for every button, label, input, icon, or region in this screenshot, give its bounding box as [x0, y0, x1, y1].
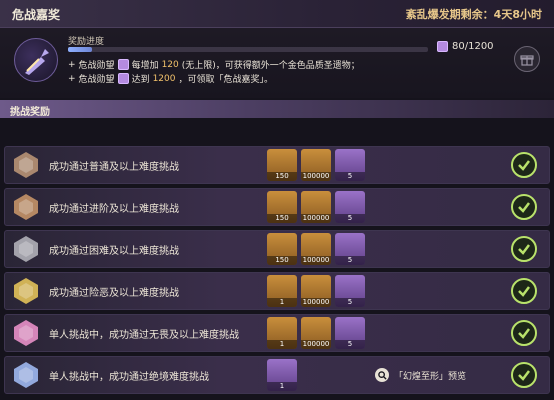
reward-item[interactable]: 150: [267, 233, 297, 265]
claimed-check-icon[interactable]: [511, 194, 537, 220]
tier-badge-icon: [11, 360, 41, 390]
reward-row: 成功通过险恶及以上难度挑战 1 100000 5: [4, 272, 550, 310]
reward-item[interactable]: 1: [267, 275, 297, 307]
reward-item[interactable]: 5: [335, 317, 365, 349]
tier-badge-icon: [11, 192, 41, 222]
reward-item-count: 5: [335, 298, 365, 307]
reward-condition: 单人挑战中，成功通过绝境难度挑战: [49, 372, 209, 383]
reward-row: 单人挑战中，成功通过绝境难度挑战 1 「幻煌至形」预览: [4, 356, 550, 394]
reward-item[interactable]: 100000: [301, 275, 331, 307]
reward-item-count: 100000: [301, 256, 331, 265]
rule-text: ，可领取「危战嘉奖」。: [178, 75, 273, 85]
reward-item-count: 150: [267, 214, 297, 223]
reward-item-count: 100000: [301, 340, 331, 349]
progress-bar: [68, 47, 428, 52]
reward-progress-panel: 奖励进度 80/1200 + 危战勋望 每增加 120 (无上限)，可获得额外一…: [0, 28, 554, 98]
reward-condition: 成功通过进阶及以上难度挑战: [49, 204, 179, 215]
reward-item[interactable]: 1: [267, 317, 297, 349]
event-countdown: 紊乱爆发期剩余：4天8小时: [405, 8, 542, 21]
progress-count-value: 80/1200: [452, 41, 494, 52]
reward-item-count: 150: [267, 256, 297, 265]
reward-condition: 成功通过普通及以上难度挑战: [49, 162, 179, 173]
claimed-check-icon[interactable]: [511, 152, 537, 178]
claim-reward-button[interactable]: [514, 46, 540, 72]
reward-item[interactable]: 5: [335, 191, 365, 223]
preview-button[interactable]: 「幻煌至形」预览: [375, 368, 466, 382]
rule-text: 每增加: [131, 61, 159, 71]
reward-items: 1 100000 5: [267, 317, 365, 349]
reward-item-count: 1: [267, 382, 297, 391]
reward-item-count: 5: [335, 340, 365, 349]
tier-badge-icon: [11, 318, 41, 348]
reward-row: 成功通过进阶及以上难度挑战 150 100000 5: [4, 188, 550, 226]
tier-badge-icon: [11, 150, 41, 180]
reward-item[interactable]: 150: [267, 149, 297, 181]
section-title: 挑战奖励: [10, 107, 50, 118]
rule-line-1: + 危战勋望 每增加 120 (无上限)，可获得额外一个金色品质圣遗物；: [68, 58, 360, 71]
progress-label: 奖励进度: [68, 37, 105, 47]
reward-row: 成功通过普通及以上难度挑战 150 100000 5: [4, 146, 550, 184]
claimed-check-icon[interactable]: [511, 320, 537, 346]
reward-item[interactable]: 100000: [301, 317, 331, 349]
reward-condition: 成功通过险恶及以上难度挑战: [49, 288, 179, 299]
progress-bar-fill: [68, 47, 93, 52]
rule-bullet: +: [68, 73, 76, 84]
preview-label: 「幻煌至形」预览: [394, 371, 467, 382]
reward-item-count: 1: [267, 340, 297, 349]
reward-condition: 单人挑战中，成功通过无畏及以上难度挑战: [49, 330, 239, 341]
magnifier-icon: [375, 368, 389, 382]
merit-icon: [117, 73, 129, 84]
reward-items: 1: [267, 359, 297, 391]
reward-item-count: 5: [335, 172, 365, 181]
reward-item-count: 5: [335, 214, 365, 223]
rule-line-2: + 危战勋望 达到 1200 ，可领取「危战嘉奖」。: [68, 72, 273, 85]
tier-badge-icon: [11, 276, 41, 306]
reward-row: 单人挑战中，成功通过无畏及以上难度挑战 1 100000 5: [4, 314, 550, 352]
rule-bullet: +: [68, 59, 76, 70]
reward-item[interactable]: 5: [335, 233, 365, 265]
reward-item[interactable]: 1: [267, 359, 297, 391]
tier-badge-icon: [11, 234, 41, 264]
progress-count: 80/1200: [437, 41, 494, 52]
claimed-check-icon[interactable]: [511, 278, 537, 304]
reward-item-count: 100000: [301, 298, 331, 307]
reward-item-count: 100000: [301, 172, 331, 181]
reward-items: 1 100000 5: [267, 275, 365, 307]
reward-item[interactable]: 5: [335, 149, 365, 181]
merit-icon: [437, 41, 448, 52]
rule-value: 120: [161, 59, 179, 70]
merit-icon: [117, 59, 129, 70]
rule-value: 1200: [152, 73, 176, 84]
reward-item-count: 5: [335, 256, 365, 265]
gift-icon: [520, 55, 534, 66]
reward-item-count: 1: [267, 298, 297, 307]
reward-list: 成功通过普通及以上难度挑战 150 100000 5 成功通过进阶及以上难度挑战 150 1…: [0, 118, 554, 400]
reward-condition: 成功通过困难及以上难度挑战: [49, 246, 179, 257]
top-bar: 危战嘉奖 紊乱爆发期剩余：4天8小时: [0, 0, 554, 28]
reward-item[interactable]: 100000: [301, 233, 331, 265]
claimed-check-icon[interactable]: [511, 362, 537, 388]
reward-items: 150 100000 5: [267, 149, 365, 181]
page-title: 危战嘉奖: [12, 8, 61, 22]
rule-text: 达到: [131, 75, 150, 85]
claimed-check-icon[interactable]: [511, 236, 537, 262]
challenge-rewards-header: 挑战奖励: [0, 100, 554, 118]
reward-item-count: 150: [267, 172, 297, 181]
reward-item[interactable]: 5: [335, 275, 365, 307]
reward-items: 150 100000 5: [267, 233, 365, 265]
reward-item-count: 100000: [301, 214, 331, 223]
rule-text: 危战勋望: [78, 61, 115, 71]
reward-row: 成功通过困难及以上难度挑战 150 100000 5: [4, 230, 550, 268]
reward-item[interactable]: 150: [267, 191, 297, 223]
reward-items: 150 100000 5: [267, 191, 365, 223]
reward-item[interactable]: 100000: [301, 191, 331, 223]
reward-item[interactable]: 100000: [301, 149, 331, 181]
rule-text: (无上限)，可获得额外一个金色品质圣遗物；: [181, 61, 360, 71]
rule-text: 危战勋望: [78, 75, 115, 85]
emblem-icon: [14, 38, 58, 82]
